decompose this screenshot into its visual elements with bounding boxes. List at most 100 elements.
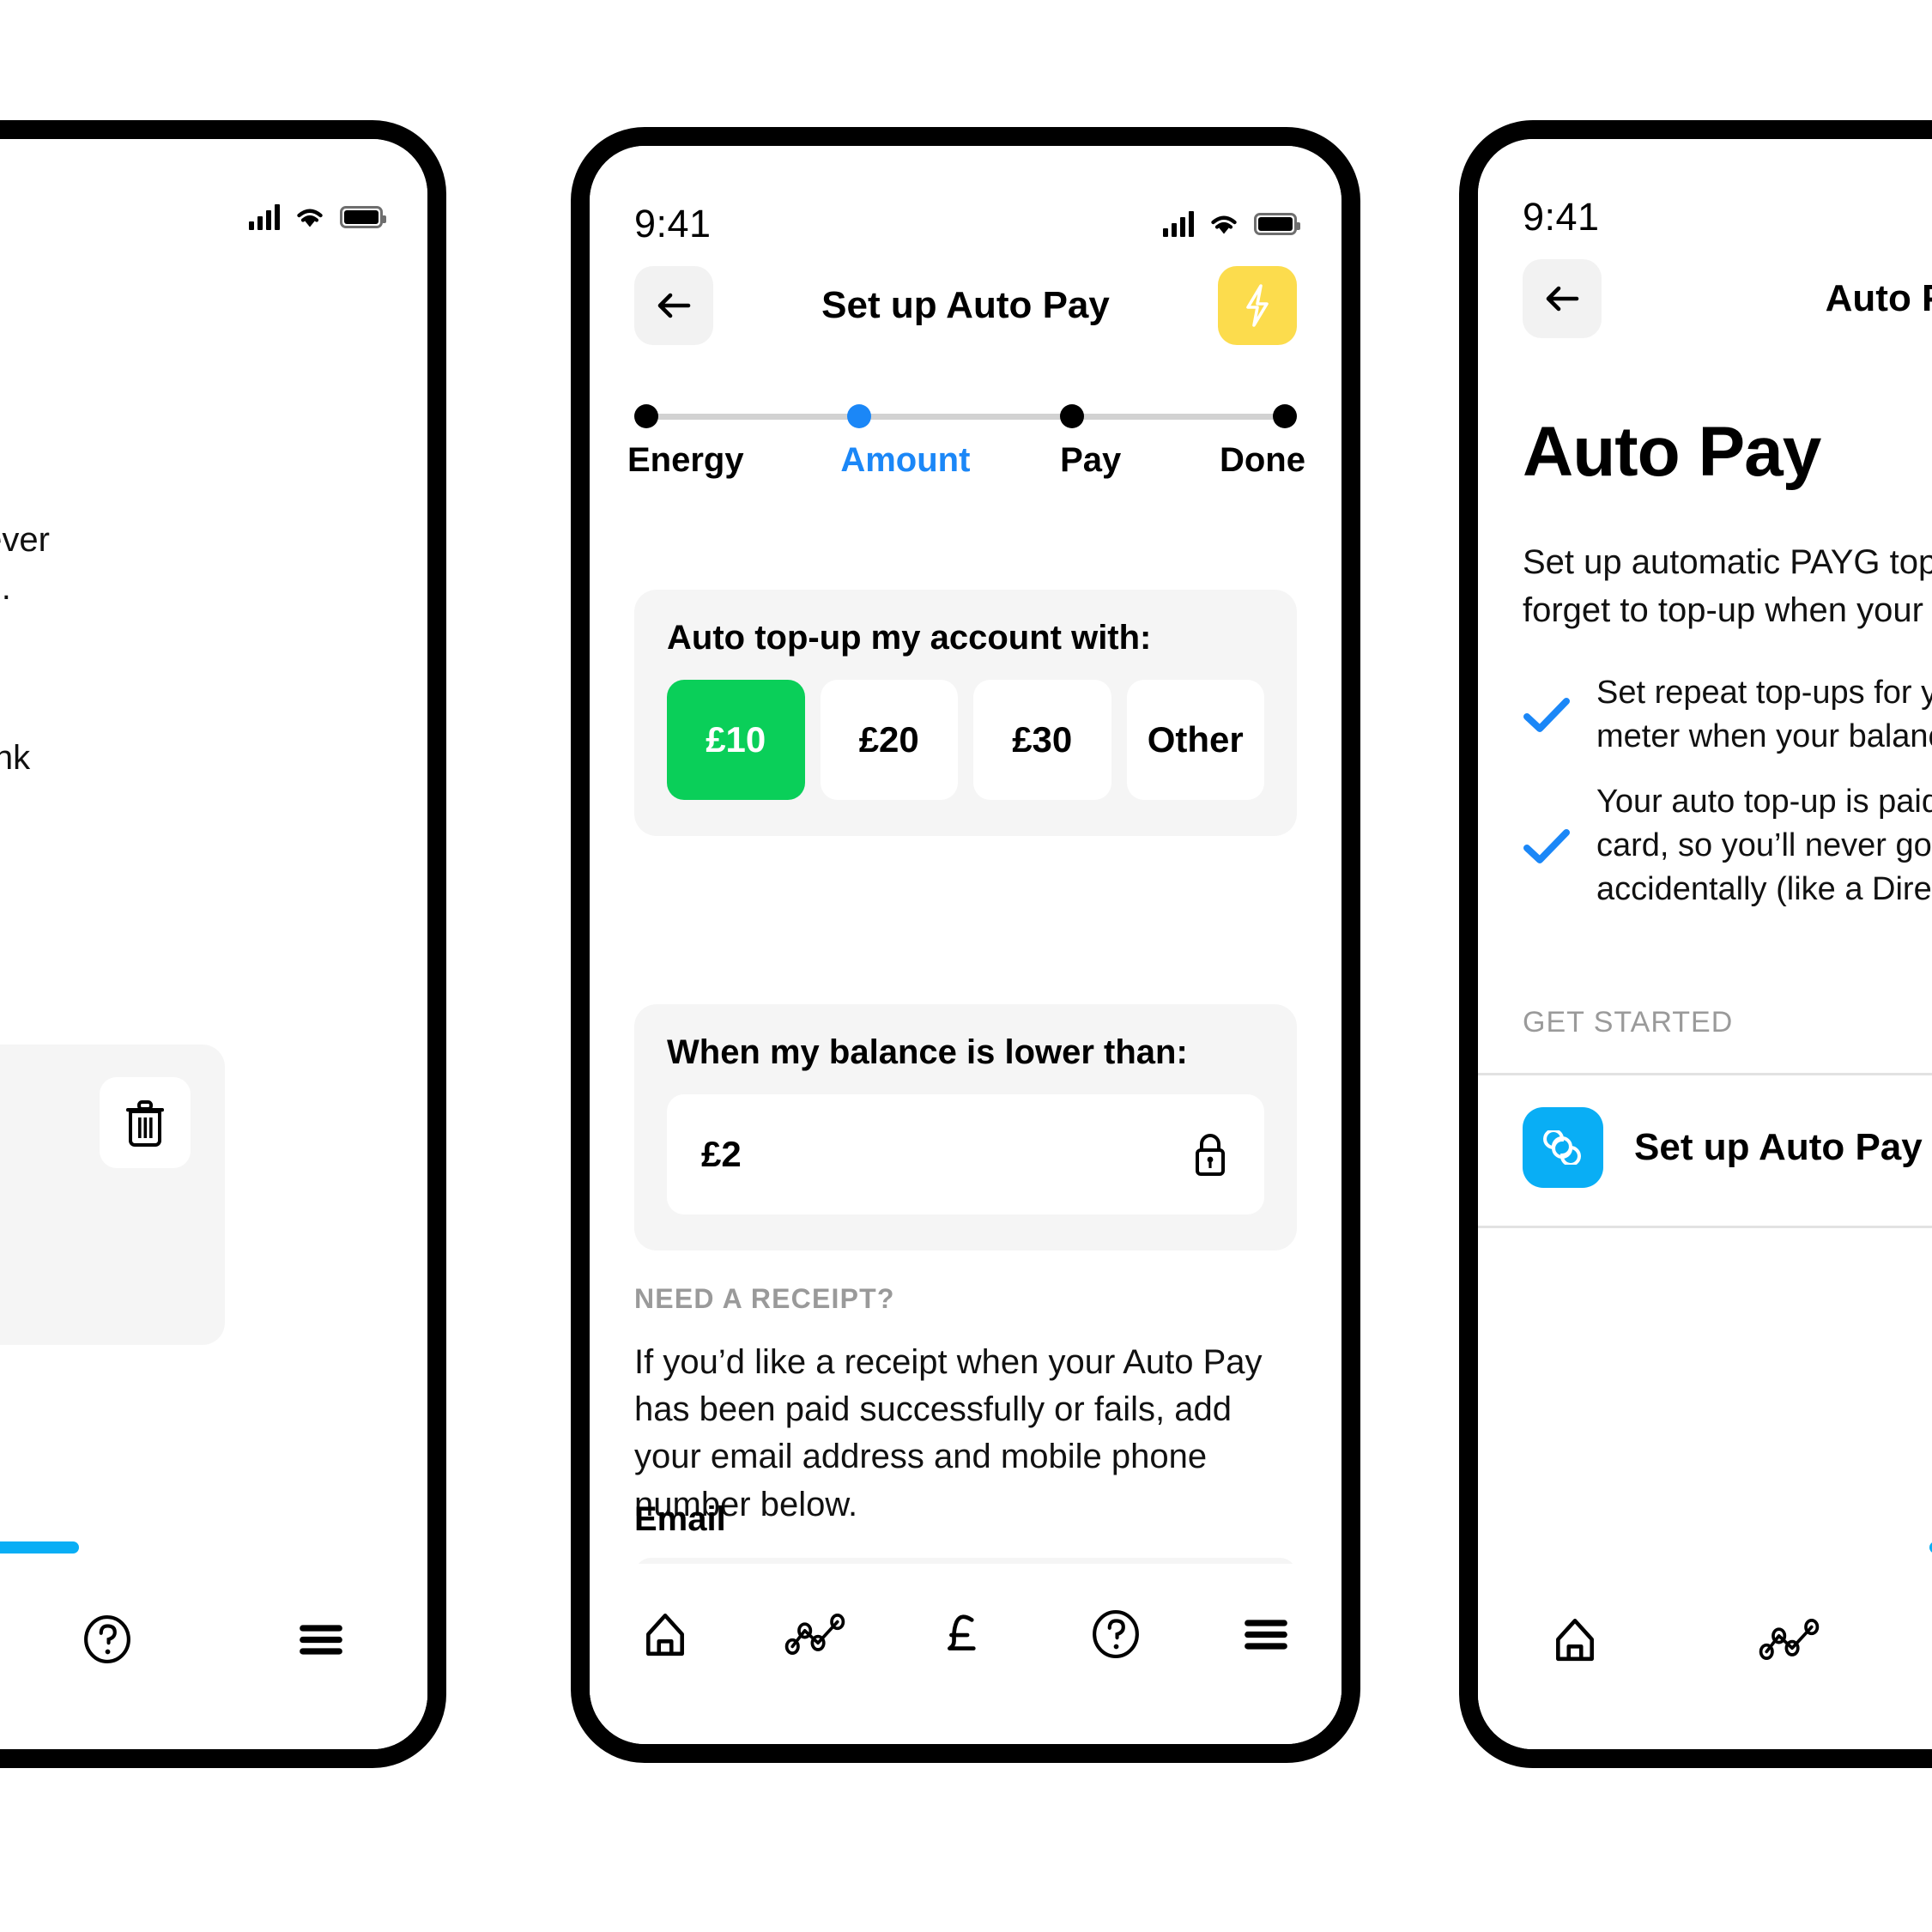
battery-icon [1254,213,1300,235]
mid-screen: 9:41 Set up Auto Pay Energy Amount Pay D… [590,146,1341,1744]
amount-options: £10 £20 £30 Other [667,680,1264,800]
step-label-pay[interactable]: Pay [1060,441,1121,480]
pound-icon [947,1614,976,1650]
stepper-track [634,403,1297,429]
left-status-bar [0,139,427,251]
screenshot-canvas: Auto Pay c PAYG top-ups so you never whe… [0,0,1932,1932]
amount-option-20[interactable]: £20 [820,680,958,800]
step-label-done[interactable]: Done [1220,441,1305,480]
tab-help[interactable] [60,1605,154,1674]
amount-option-30[interactable]: £30 [973,680,1111,800]
step-dot-pay[interactable] [1060,404,1084,428]
tab-pound[interactable] [918,1600,1013,1669]
list-item: Your auto top-up is paid card, so you’ll… [1523,780,1932,912]
amount-option-other[interactable]: Other [1126,680,1264,800]
bullet-1-line-2: meter when your balance [1596,718,1932,755]
lightning-bolt-icon [1246,284,1269,327]
step-label-amount[interactable]: Amount [840,441,970,480]
delete-button[interactable] [100,1077,191,1168]
left-bullet-line-3: op-up is paid with your bank [0,739,31,777]
tab-help[interactable] [1069,1600,1163,1669]
step-dot-amount[interactable] [847,404,871,428]
feature-list: Set repeat top-ups for yo meter when you… [1523,671,1932,932]
right-header: Auto Pay [1478,259,1932,338]
wifi-icon [1208,212,1240,236]
arrow-left-icon [1546,286,1579,312]
list-item-set-up-auto-pay[interactable]: Set up Auto Pay [1523,1107,1932,1188]
home-indicator [0,1541,79,1553]
left-credit-card: Credit limit £2.00 [0,1045,225,1345]
check-icon [1523,827,1571,865]
bullet-1-line-1: Set repeat top-ups for yo [1596,675,1932,711]
page-title: Auto Pay [1825,277,1932,319]
signal-icon [249,204,280,230]
left-screen: Auto Pay c PAYG top-ups so you never whe… [0,139,427,1749]
tab-usage[interactable] [768,1600,863,1669]
signal-icon [1163,211,1194,237]
topup-card-title: Auto top-up my account with: [667,619,1152,657]
receipt-kicker: NEED A RECEIPT? [634,1283,895,1314]
menu-icon [299,1625,342,1655]
left-bullet-line-5: (like a Direct Debit). [0,831,306,878]
lightning-action-button[interactable] [1218,266,1297,345]
email-label: Email [634,1500,726,1538]
help-icon [84,1615,130,1663]
tab-home[interactable] [618,1600,712,1669]
list-item-label: Set up Auto Pay [1634,1126,1923,1168]
home-icon [645,1613,684,1656]
tab-usage[interactable] [1742,1605,1837,1674]
get-started-kicker: GET STARTED [1523,1006,1734,1039]
tab-menu[interactable] [1219,1600,1313,1669]
receipt-body: If you’d like a receipt when your Auto P… [634,1343,1263,1523]
step-label-energy[interactable]: Energy [627,441,744,480]
mid-header: Set up Auto Pay [590,266,1341,345]
trash-icon [126,1100,164,1147]
bullet-2-line-2: card, so you’ll never go ov [1596,827,1932,863]
divider-bottom [1478,1226,1932,1228]
left-bullet-line-1: op-ups for your PAYG [0,637,306,684]
lock-icon [1190,1131,1230,1178]
arrow-left-icon [657,293,691,318]
list-item-text: Set repeat top-ups for yo meter when you… [1596,671,1932,760]
right-status-time: 9:41 [1523,195,1600,239]
phone-right: 9:41 Auto Pay [1459,120,1932,1768]
phone-middle: 9:41 Set up Auto Pay Energy Amount Pay D… [571,127,1360,1763]
tab-menu[interactable] [274,1605,368,1674]
left-bullet-line-2: your balance reaches £2. [0,685,306,732]
divider-top [1478,1073,1932,1075]
left-tab-bar [0,1569,427,1749]
left-status-icons [249,204,386,230]
infinity-icon [1523,1107,1603,1188]
help-icon [1093,1610,1140,1658]
step-dot-energy[interactable] [634,404,658,428]
usage-graph-icon [1759,1619,1820,1660]
threshold-card-title: When my balance is lower than: [667,1033,1188,1071]
page-title: Set up Auto Pay [821,284,1110,326]
list-item-text: Your auto top-up is paid card, so you’ll… [1596,780,1932,912]
mid-status-icons [1163,211,1300,237]
list-item: Set repeat top-ups for yo meter when you… [1523,671,1932,760]
progress-stepper: Energy Amount Pay Done [627,403,1305,480]
left-body-line-1: c PAYG top-ups so you never [0,521,50,559]
topup-amount-card: Auto top-up my account with: £10 £20 £30… [634,590,1297,836]
menu-icon [1245,1620,1288,1650]
back-button[interactable] [634,266,713,345]
mid-tab-bar [590,1564,1341,1744]
back-button[interactable] [1523,259,1602,338]
amount-option-10[interactable]: £10 [667,680,805,800]
right-status-bar: 9:41 [1478,139,1932,251]
page-heading: Auto Pay [1523,413,1821,491]
step-dot-done[interactable] [1273,404,1297,428]
left-bullet-line-4: ll never go overdrawn [0,783,306,830]
threshold-input[interactable]: £2 [667,1094,1264,1214]
stepper-labels: Energy Amount Pay Done [627,441,1305,480]
intro-line-2: forget to top-up when your b [1523,591,1932,629]
mid-status-bar: 9:41 [590,146,1341,257]
balance-threshold-card: When my balance is lower than: £2 [634,1004,1297,1251]
stepper-dots [634,404,1297,428]
right-tab-bar [1478,1569,1932,1749]
tab-home[interactable] [1528,1605,1622,1674]
threshold-value: £2 [701,1134,742,1174]
home-icon [1556,1618,1594,1662]
right-screen: 9:41 Auto Pay [1478,139,1932,1749]
